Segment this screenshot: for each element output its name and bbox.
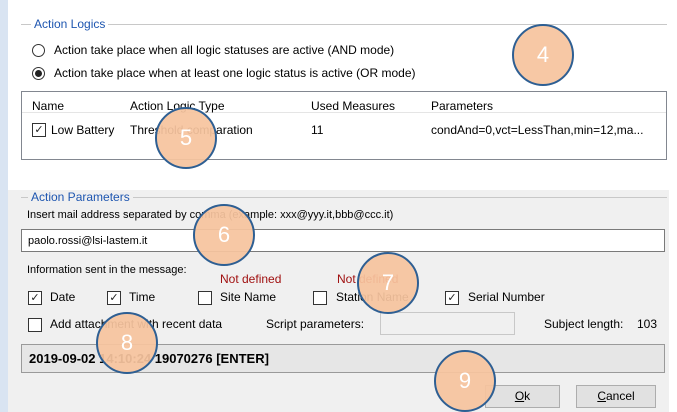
action-parameters-group-title: Action Parameters [28, 190, 133, 204]
ok-mnemonic: O [514, 389, 525, 403]
serial-number-label: Serial Number [468, 290, 545, 304]
window-left-edge [0, 0, 8, 412]
time-checkbox[interactable]: ✓ [107, 291, 121, 305]
mail-address-value: paolo.rossi@lsi-lastem.it [28, 235, 148, 247]
and-mode-radio[interactable] [32, 44, 45, 57]
column-header-name[interactable]: Name [32, 99, 64, 113]
cancel-mnemonic: C [597, 389, 606, 403]
callout-7: 7 [357, 252, 419, 314]
column-header-parameters[interactable]: Parameters [431, 99, 493, 113]
or-mode-radio[interactable] [32, 67, 45, 80]
callout-6: 6 [193, 204, 255, 266]
action-logics-group-title: Action Logics [31, 17, 109, 31]
callout-8: 8 [96, 312, 158, 374]
station-name-checkbox[interactable] [313, 291, 327, 305]
site-name-label: Site Name [220, 290, 277, 304]
column-header-measures[interactable]: Used Measures [311, 99, 395, 113]
cancel-label-rest: ancel [605, 389, 635, 403]
and-mode-label: Action take place when all logic statuse… [54, 43, 395, 57]
ok-button[interactable]: Ok [485, 385, 560, 408]
mail-address-input[interactable]: paolo.rossi@lsi-lastem.it [21, 229, 665, 252]
subject-length-label: Subject length: [544, 317, 624, 331]
action-logics-group-line [21, 24, 667, 25]
information-sent-label: Information sent in the message: [27, 264, 187, 276]
attachment-checkbox[interactable] [28, 318, 42, 332]
callout-9: 9 [434, 350, 496, 412]
subject-length-value: 103 [637, 317, 658, 331]
row-parameters: condAnd=0,vct=LessThan,min=12,ma... [431, 123, 644, 137]
action-logics-list[interactable]: Name Action Logic Type Used Measures Par… [21, 91, 667, 160]
script-parameters-input[interactable] [380, 312, 515, 335]
callout-4: 4 [512, 24, 574, 86]
date-label: Date [50, 290, 76, 304]
row-enable-checkbox[interactable]: ✓ [32, 123, 46, 137]
serial-number-checkbox[interactable]: ✓ [445, 291, 459, 305]
or-mode-label: Action take place when at least one logi… [54, 66, 416, 80]
row-measures: 11 [311, 123, 324, 137]
date-checkbox[interactable]: ✓ [28, 291, 42, 305]
site-name-checkbox[interactable] [198, 291, 212, 305]
script-parameters-label: Script parameters: [266, 317, 365, 331]
table-row[interactable]: ✓ Low Battery Threshold comparation 11 c… [22, 120, 666, 142]
ok-label-rest: k [524, 389, 531, 403]
site-name-not-defined: Not defined [220, 272, 282, 286]
cancel-button[interactable]: Cancel [576, 385, 656, 408]
row-name: Low Battery [51, 123, 115, 137]
window-right-edge [669, 0, 677, 412]
callout-5: 5 [155, 107, 217, 169]
time-label: Time [129, 290, 156, 304]
